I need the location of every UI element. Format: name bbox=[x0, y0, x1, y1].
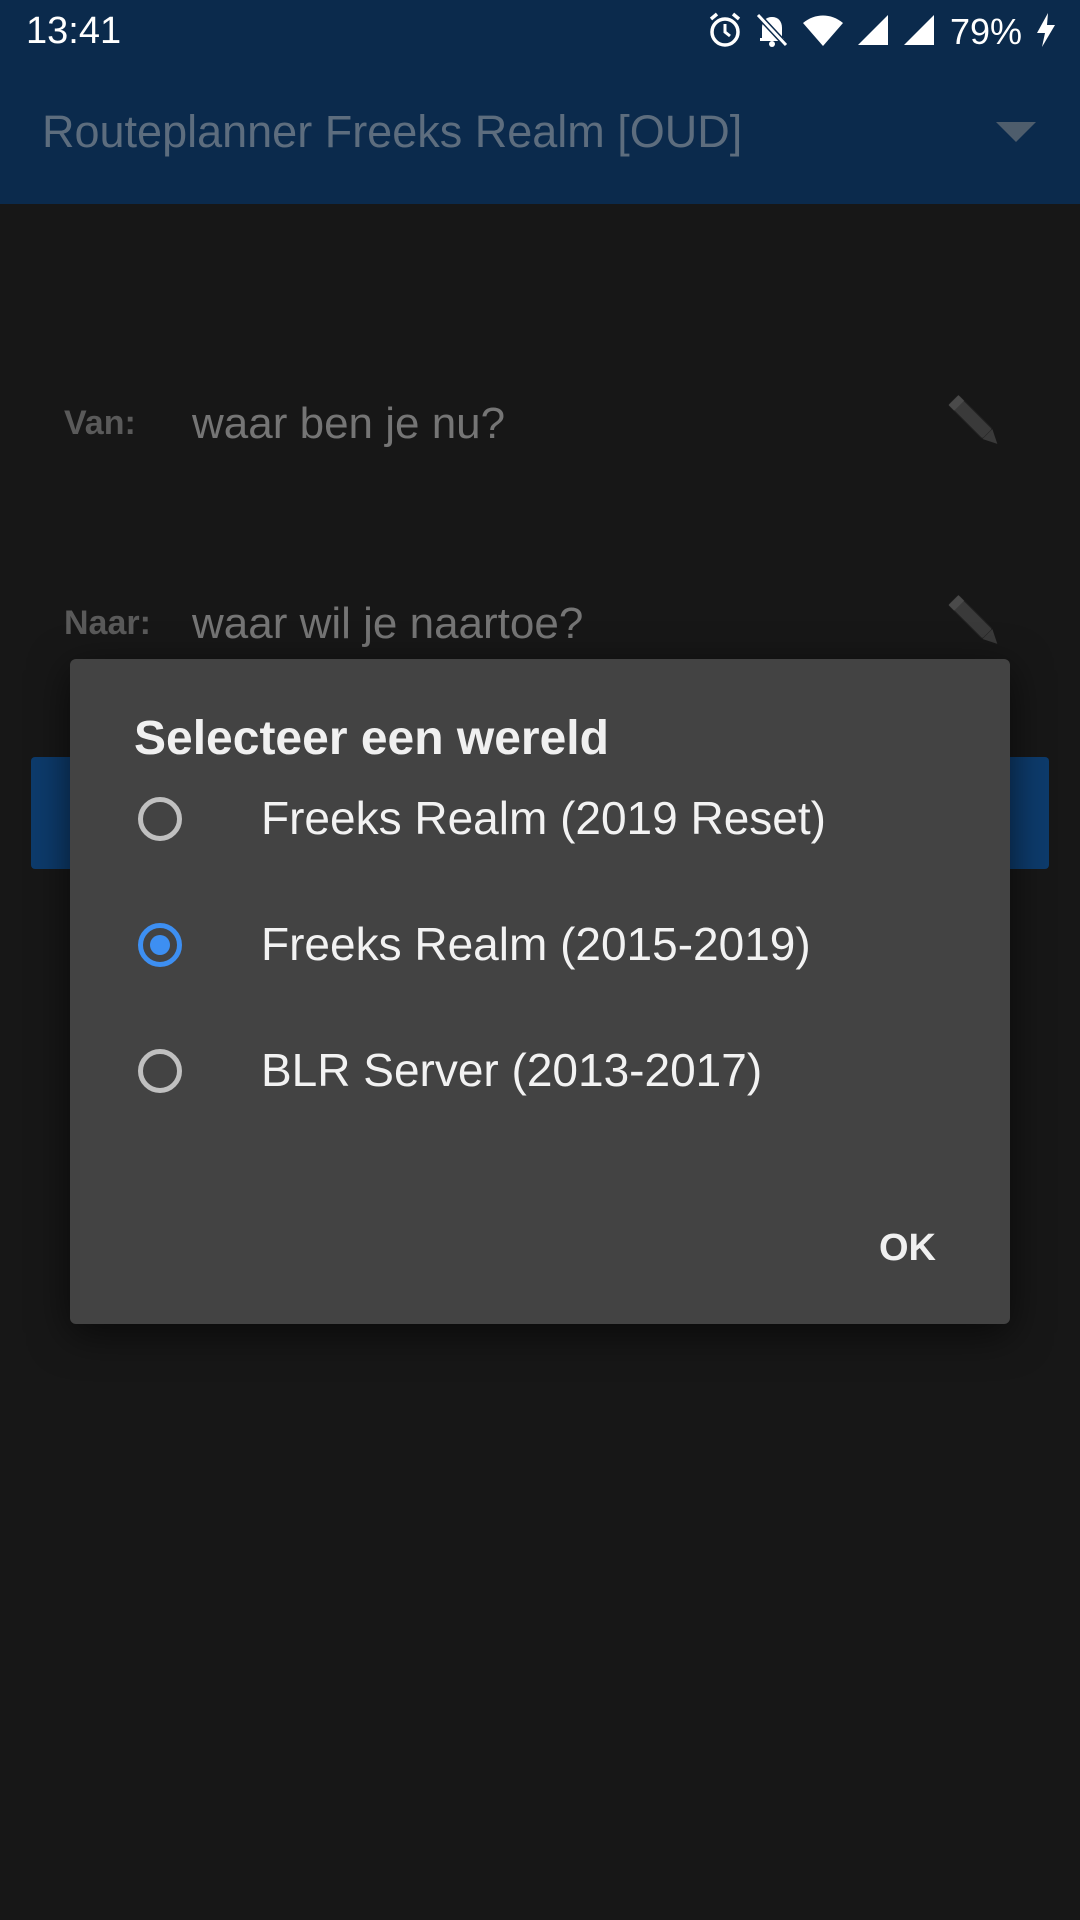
from-label: Van: bbox=[64, 404, 136, 442]
ok-button[interactable]: OK bbox=[879, 1227, 936, 1270]
dialog-title: Selecteer een wereld bbox=[134, 712, 609, 765]
to-label: Naar: bbox=[64, 604, 151, 642]
status-bar: 13:41 79% bbox=[0, 0, 1080, 64]
status-time: 13:41 bbox=[26, 10, 122, 52]
option-freeks-realm-2019-reset[interactable]: Freeks Realm (2019 Reset) bbox=[70, 761, 1010, 887]
from-input[interactable] bbox=[190, 398, 894, 450]
alarm-icon bbox=[708, 11, 742, 54]
world-spinner-title[interactable]: Routeplanner Freeks Realm [OUD] bbox=[42, 106, 742, 158]
pencil-icon[interactable] bbox=[938, 386, 1010, 463]
world-select-dialog: Selecteer een wereld Freeks Realm (2019 … bbox=[70, 659, 1010, 1324]
battery-percentage: 79% bbox=[949, 11, 1022, 52]
radio-button[interactable] bbox=[138, 1049, 182, 1093]
option-label: Freeks Realm (2015-2019) bbox=[261, 918, 811, 970]
screen: 13:41 79% Routeplanner Freeks Realm [OUD… bbox=[0, 0, 1080, 1920]
pencil-icon[interactable] bbox=[938, 586, 1010, 663]
option-freeks-realm-2015-2019[interactable]: Freeks Realm (2015-2019) bbox=[70, 887, 1010, 1013]
option-blr-server-2013-2017[interactable]: BLR Server (2013-2017) bbox=[70, 1013, 1010, 1139]
signal-icon bbox=[856, 13, 890, 52]
notifications-off-icon bbox=[754, 11, 790, 54]
option-label: Freeks Realm (2019 Reset) bbox=[261, 792, 826, 844]
to-input[interactable] bbox=[190, 598, 894, 650]
signal-icon bbox=[902, 13, 936, 52]
dropdown-arrow-icon[interactable] bbox=[996, 122, 1036, 142]
charging-icon bbox=[1034, 11, 1058, 54]
wifi-icon bbox=[802, 13, 844, 52]
option-label: BLR Server (2013-2017) bbox=[261, 1044, 763, 1096]
radio-button[interactable] bbox=[138, 797, 182, 841]
app-bar: Routeplanner Freeks Realm [OUD] bbox=[0, 64, 1080, 204]
from-field-row: Van: bbox=[0, 368, 1080, 478]
status-icons: 79% bbox=[696, 10, 1058, 54]
radio-button-selected[interactable] bbox=[138, 923, 182, 967]
